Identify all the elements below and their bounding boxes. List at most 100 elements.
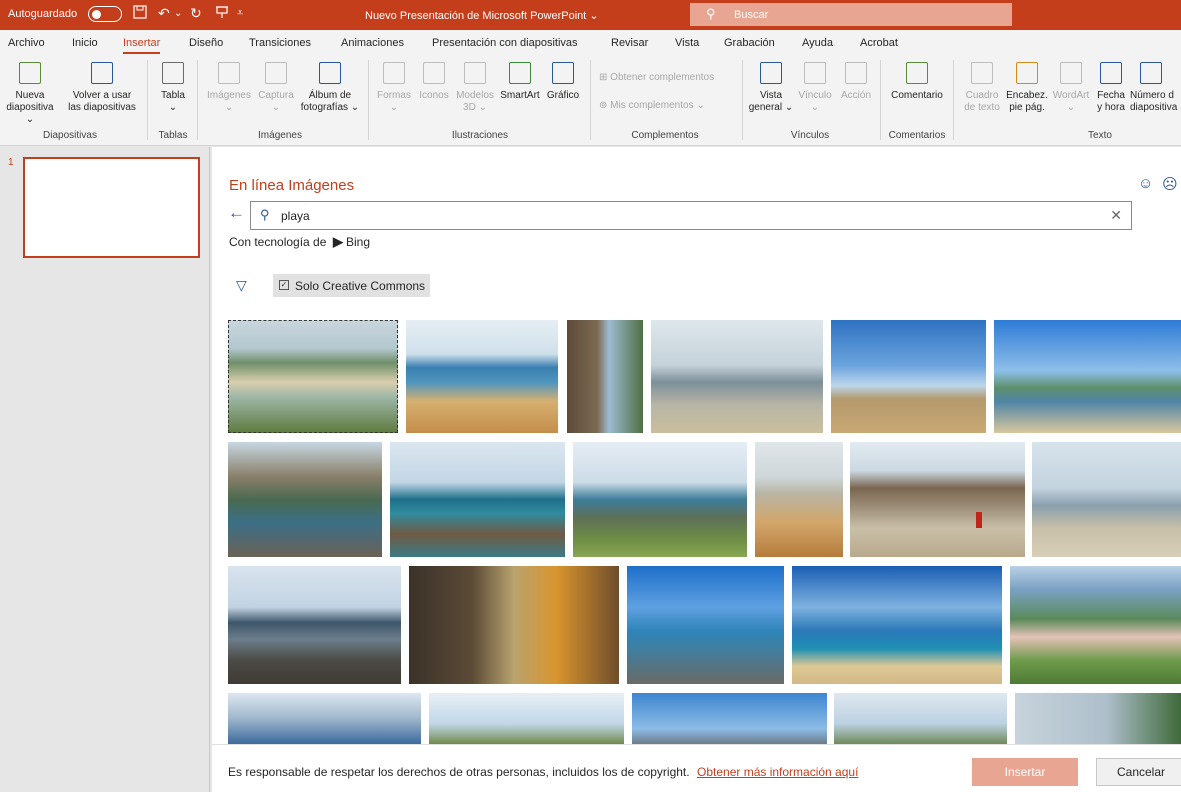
images-button[interactable]: Imágenes ⌄ [204,62,254,114]
screenshot-button[interactable]: Captura ⌄ [255,62,297,114]
back-arrow-icon[interactable]: ← [228,203,245,223]
comment-button[interactable]: Comentario [884,62,950,102]
tab-transiciones[interactable]: Transiciones [249,37,311,49]
chart-button[interactable]: Gráfico [543,62,583,102]
group-label-complementos: Complementos [631,130,699,141]
image-result[interactable] [567,320,643,433]
my-addins-button[interactable]: ⊚ Mis complementos ⌄ [599,100,705,111]
image-result[interactable] [228,693,421,744]
slide-number-icon [1140,62,1162,84]
learn-more-link[interactable]: Obtener más información aquí [697,765,858,779]
image-result[interactable] [994,320,1181,433]
undo-icon[interactable]: ↶ [158,5,170,22]
cancel-button[interactable]: Cancelar [1096,758,1181,786]
icons-button[interactable]: Iconos [415,62,453,102]
textbox-icon [971,62,993,84]
zoom-overview-button[interactable]: Vista general ⌄ [748,62,794,114]
frown-feedback-icon[interactable]: ☹ [1162,175,1178,193]
image-result[interactable] [429,693,624,744]
tab-vista[interactable]: Vista [675,37,699,49]
title-search-box[interactable]: ⚲ Buscar [690,3,1012,26]
redo-icon[interactable]: ↻ [190,5,202,22]
wordart-button[interactable]: WordArt ⌄ [1050,62,1092,114]
textbox-button[interactable]: Cuadro de texto [960,62,1004,114]
slide-thumbnail[interactable] [23,157,200,258]
get-addins-button[interactable]: ⊞ Obtener complementos [599,72,714,83]
image-search-input[interactable] [281,207,1081,225]
cube-icon [464,62,486,84]
header-footer-button[interactable]: Encabez. pie pág. [1004,62,1050,114]
autosave-toggle[interactable] [88,6,122,22]
action-button[interactable]: Acción [836,62,876,102]
image-result[interactable] [834,693,1007,744]
textbox-label-1: Cuadro [965,90,999,101]
new-slide-button[interactable]: Nueva diapositiva ⌄ [6,62,54,126]
tab-acrobat[interactable]: Acrobat [860,37,898,49]
smile-feedback-icon[interactable]: ☺ [1138,175,1153,192]
image-result[interactable] [755,442,843,557]
tab-ayuda[interactable]: Ayuda [802,37,833,49]
tab-archivo[interactable]: Archivo [8,37,45,49]
screenshot-label: Captura [258,90,294,101]
image-result[interactable] [1015,693,1181,744]
group-label-texto: Texto [1088,130,1112,141]
date-time-button[interactable]: Fecha y hora [1092,62,1130,114]
filter-icon[interactable]: ▽ [236,277,247,294]
tab-inicio[interactable]: Inicio [72,37,98,49]
document-title[interactable]: Nuevo Presentación de Microsoft PowerPoi… [365,9,599,22]
dialog-footer: Es responsable de respetar los derechos … [212,744,1181,792]
image-result[interactable] [632,693,827,744]
save-icon[interactable] [133,5,147,22]
link-icon [804,62,826,84]
image-search-field[interactable]: ⚲ ✕ [250,201,1132,230]
table-icon [162,62,184,84]
image-result[interactable] [573,442,747,557]
tab-presentacion[interactable]: Presentación con diapositivas [432,37,578,49]
insert-button[interactable]: Insertar [972,758,1078,786]
group-label-comentarios: Comentarios [888,130,946,141]
undo-dropdown-icon[interactable]: ⌄ [174,8,182,19]
tab-diseno[interactable]: Diseño [189,37,223,49]
reuse-slides-button[interactable]: Volver a usar las diapositivas [62,62,142,114]
image-result[interactable] [627,566,784,684]
checkbox-checked-icon[interactable]: ✓ [279,280,289,290]
group-separator [147,60,148,140]
image-result[interactable] [409,566,619,684]
3d-models-button[interactable]: Modelos 3D ⌄ [453,62,497,114]
copyright-note: Es responsable de respetar los derechos … [228,765,690,779]
image-result[interactable] [792,566,1002,684]
person-figure [976,512,982,528]
image-result[interactable] [1032,442,1181,557]
group-label-tablas: Tablas [158,130,188,141]
creative-commons-filter[interactable]: ✓ Solo Creative Commons [273,274,430,297]
clear-search-icon[interactable]: ✕ [1110,207,1122,224]
image-result[interactable] [651,320,823,433]
table-button[interactable]: Tabla ⌄ [152,62,194,114]
present-icon[interactable] [215,5,229,22]
image-result[interactable] [406,320,558,433]
shapes-button[interactable]: Formas ⌄ [373,62,415,114]
group-separator [953,60,954,140]
smartart-button[interactable]: SmartArt [497,62,543,102]
image-result[interactable] [1010,566,1181,684]
slide-number-label-2: diapositiva [1130,102,1178,113]
image-result[interactable] [831,320,986,433]
customize-icon[interactable]: ⩡ [237,7,243,20]
photo-album-button[interactable]: Álbum de fotografías ⌄ [298,62,362,114]
image-result[interactable] [228,566,401,684]
image-result[interactable] [228,320,398,433]
get-addins-label: Obtener complementos [610,72,715,83]
tab-animaciones[interactable]: Animaciones [341,37,404,49]
store-icon: ⊞ [599,72,611,83]
image-result[interactable] [390,442,565,557]
image-result[interactable] [228,442,382,557]
image-result[interactable] [850,442,1025,557]
group-separator [742,60,743,140]
tab-insertar[interactable]: Insertar [123,37,161,54]
chart-icon [552,62,574,84]
slide-number-button[interactable]: Número d diapositiva [1130,62,1181,114]
tab-revisar[interactable]: Revisar [611,37,648,49]
tab-grabacion[interactable]: Grabación [724,37,775,49]
shapes-chevron-icon: ⌄ [389,102,399,113]
link-button[interactable]: Vínculo ⌄ [794,62,836,114]
